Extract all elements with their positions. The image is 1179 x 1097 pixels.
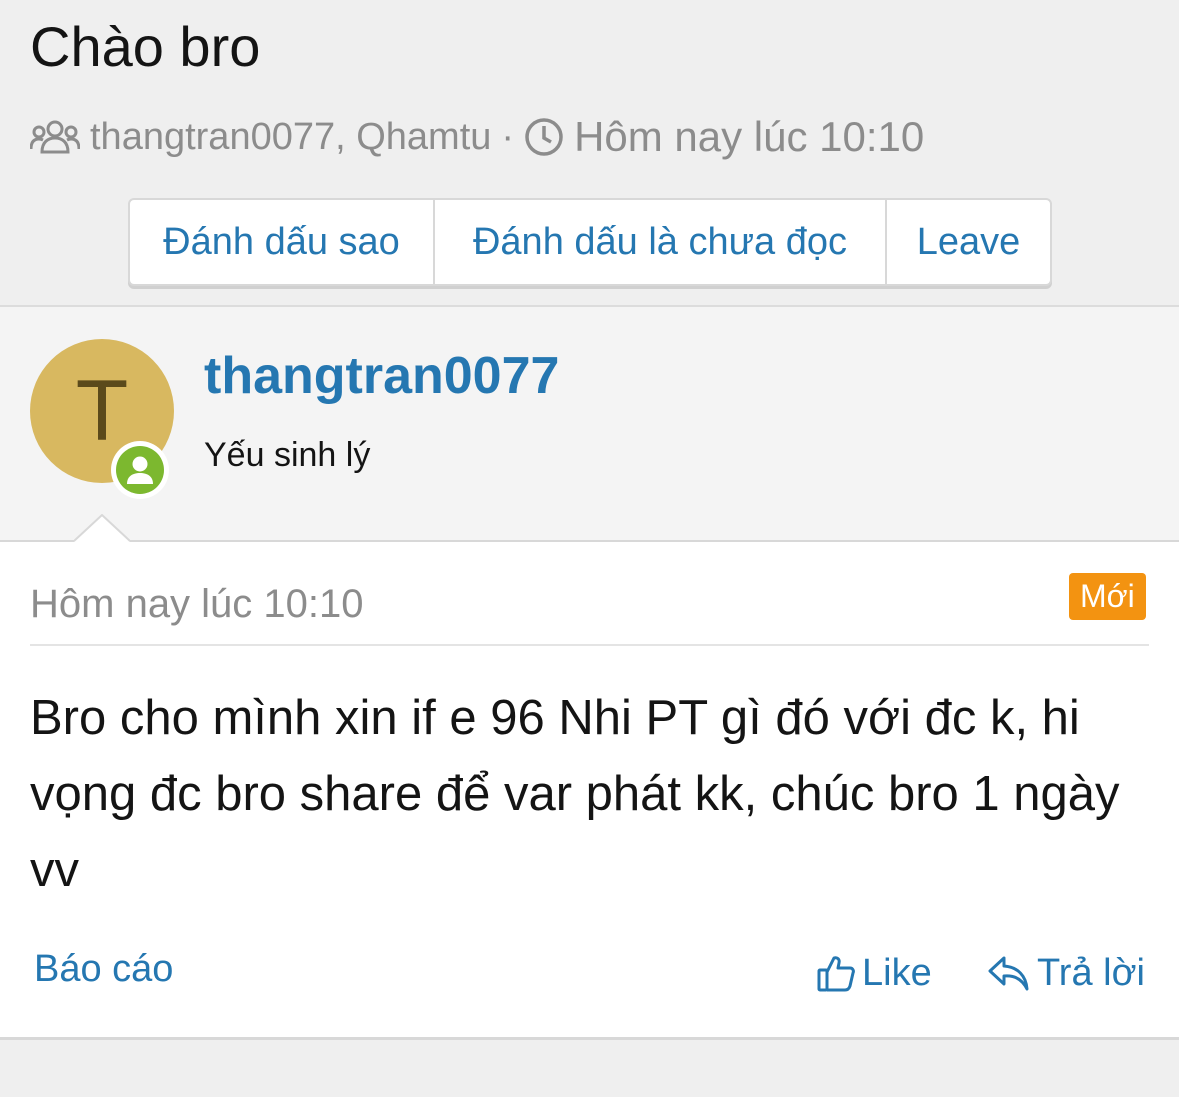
page-title: Chào bro (30, 15, 261, 78)
meta-separator: · (501, 115, 515, 158)
message-date[interactable]: Hôm nay lúc 10:10 (30, 582, 364, 627)
message-user-header (0, 307, 1179, 540)
leave-button[interactable]: Leave (887, 200, 1050, 284)
star-button[interactable]: Đánh dấu sao (130, 200, 435, 284)
report-link[interactable]: Báo cáo (34, 948, 173, 991)
conversation-actions: Đánh dấu sao Đánh dấu là chưa đọc Leave (128, 198, 1052, 286)
reply-icon (987, 953, 1031, 993)
like-button[interactable]: Like (816, 948, 932, 998)
user-online-icon (116, 446, 164, 494)
message-divider (30, 644, 1149, 646)
message-pointer (74, 514, 130, 542)
online-status (111, 441, 169, 499)
thread-meta: thangtran0077, Qhamtu · Hôm nay lúc 10:1… (30, 112, 924, 162)
reply-button[interactable]: Trả lời (987, 948, 1145, 998)
users-icon (30, 119, 80, 155)
thread-time: Hôm nay lúc 10:10 (574, 113, 925, 160)
user-title: Yếu sinh lý (204, 436, 371, 474)
mark-unread-button[interactable]: Đánh dấu là chưa đọc (435, 200, 887, 284)
new-badge: Mới (1069, 573, 1146, 620)
thumbs-up-icon (816, 953, 856, 993)
message-body: Bro cho mình xin if e 96 Nhi PT gì đó vớ… (30, 691, 1120, 897)
username-link[interactable]: thangtran0077 (204, 346, 559, 406)
conversation-page: Chào bro thangtran0077, Qhamtu · Hôm nay… (0, 0, 1179, 1097)
reply-label: Trả lời (1037, 951, 1145, 994)
participants-list[interactable]: thangtran0077, Qhamtu (90, 116, 491, 159)
clock-icon (524, 117, 564, 157)
like-label: Like (862, 951, 932, 994)
